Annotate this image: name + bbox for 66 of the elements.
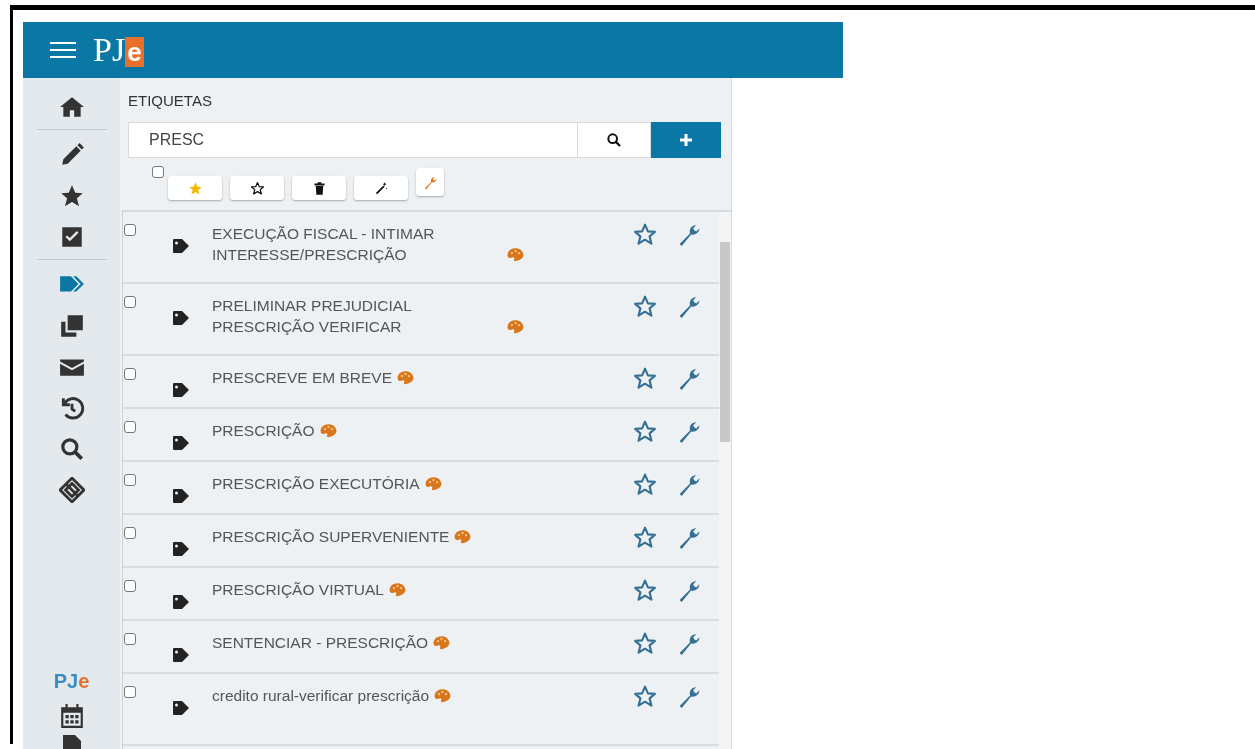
- checkbox[interactable]: [124, 224, 136, 236]
- palette-icon: [454, 529, 472, 544]
- favorite-star-icon[interactable]: [631, 419, 659, 444]
- delete-button[interactable]: [292, 176, 346, 200]
- tag-label: PRESCRIÇÃO: [212, 421, 315, 441]
- favorite-star-icon[interactable]: [631, 631, 659, 656]
- wrench-icon: [422, 174, 438, 190]
- palette-icon: [424, 476, 442, 491]
- tag-label: PRESCRIÇÃO VIRTUAL: [212, 580, 384, 600]
- panel-title: ETIQUETAS: [127, 91, 213, 108]
- checkbox[interactable]: [124, 580, 136, 592]
- document-icon[interactable]: [60, 735, 83, 749]
- palette-icon: [319, 423, 337, 438]
- favorite-star-icon[interactable]: [631, 578, 659, 603]
- tag-label: EXECUÇÃO FISCAL - INTIMAR INTERESSE/PRESCRIÇÃO: [212, 224, 436, 265]
- checkbox[interactable]: [124, 633, 136, 645]
- search-field[interactable]: PRESC: [128, 122, 578, 158]
- checkbox[interactable]: [124, 474, 136, 486]
- palette-icon: [507, 247, 524, 262]
- search-button[interactable]: [578, 122, 651, 158]
- app-logo: PJe: [93, 33, 144, 67]
- checkbox[interactable]: [124, 686, 136, 698]
- tag-icon: [172, 594, 190, 610]
- wrench-button[interactable]: [416, 168, 444, 196]
- palette-icon: [389, 582, 406, 597]
- search-icon: [606, 132, 622, 148]
- star-button[interactable]: [230, 176, 284, 200]
- tag-label: PRESCREVE EM BREVE: [212, 368, 393, 388]
- plus-icon: [679, 133, 693, 147]
- scrollbar-thumb[interactable]: [720, 242, 730, 442]
- palette-icon: [507, 319, 524, 334]
- tag-label: SENTENCIAR - PRESCRIÇÃO: [212, 633, 429, 653]
- diamond-icon[interactable]: [56, 475, 87, 505]
- tag-label: PRESCRIÇÃO EXECUTÓRIA: [212, 474, 420, 494]
- favorite-star-icon[interactable]: [631, 366, 659, 391]
- favorite-star-icon[interactable]: [631, 525, 659, 550]
- tag-icon: [172, 488, 190, 504]
- magic-wand-icon: [373, 180, 389, 196]
- palette-icon: [434, 688, 452, 703]
- favorite-star-icon[interactable]: [631, 472, 659, 497]
- star-icon: [187, 180, 203, 196]
- magic-wand-button[interactable]: [354, 176, 408, 200]
- palette-icon: [397, 370, 415, 385]
- favorite-star-icon[interactable]: [631, 222, 659, 247]
- tag-label: PRELIMINAR PREJUDICIAL PRESCRIÇÃO VERIFICAR: [212, 296, 413, 337]
- tag-icon: [172, 382, 190, 398]
- tag-icon: [172, 435, 190, 451]
- tag-icon: [172, 541, 190, 557]
- tag-icon: [172, 310, 190, 326]
- tag-icon: [172, 238, 190, 254]
- palette-icon: [433, 635, 451, 650]
- checkbox[interactable]: [124, 421, 136, 433]
- tag-icon: [172, 700, 190, 716]
- add-button[interactable]: [651, 122, 721, 158]
- checkbox[interactable]: [124, 296, 136, 308]
- checkbox[interactable]: [124, 527, 136, 539]
- checkbox[interactable]: [124, 368, 136, 380]
- tag-icon: [172, 647, 190, 663]
- tag-label: credito rural-verificar prescrição: [212, 686, 430, 706]
- favorite-star-icon[interactable]: [631, 684, 659, 709]
- menu-icon[interactable]: [47, 40, 79, 60]
- checkbox[interactable]: [152, 166, 164, 178]
- tag-label: PRESCRIÇÃO SUPERVENIENTE: [212, 527, 450, 547]
- favorite-star-icon[interactable]: [631, 294, 659, 319]
- calendar-icon[interactable]: [58, 703, 85, 729]
- star-outline-icon: [249, 180, 265, 196]
